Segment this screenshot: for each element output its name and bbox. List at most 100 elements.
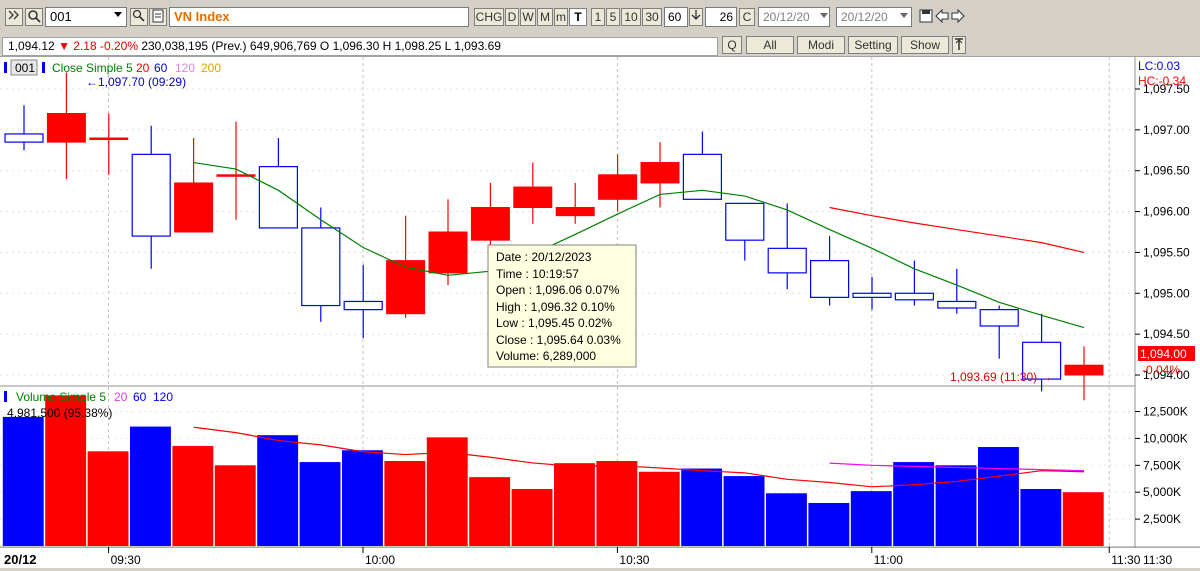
candle-body-down bbox=[894, 292, 935, 301]
volume-bar bbox=[850, 491, 892, 546]
volume-bar bbox=[342, 450, 383, 546]
show-button[interactable]: Show bbox=[901, 36, 949, 54]
save-icon[interactable] bbox=[919, 9, 933, 26]
volume-bar bbox=[87, 451, 129, 546]
count-input[interactable]: 26 bbox=[705, 7, 737, 27]
volume-bar bbox=[893, 462, 935, 546]
volume-tick-label: 2,500K bbox=[1143, 512, 1181, 526]
period-d-button[interactable]: D bbox=[505, 8, 519, 26]
candle-body-up bbox=[89, 137, 129, 141]
pin-icon[interactable] bbox=[952, 36, 966, 54]
period-min-button[interactable]: m bbox=[554, 8, 568, 26]
c-button[interactable]: C bbox=[739, 8, 755, 26]
vol-legend-ma20: 20 bbox=[114, 390, 128, 404]
volume-bar bbox=[384, 461, 426, 546]
last-change-label: -0.04% bbox=[1142, 363, 1180, 377]
candle-body-up bbox=[555, 206, 595, 217]
legend-ma5: Close Simple 5 bbox=[52, 61, 133, 75]
period-30-button[interactable]: 30 bbox=[642, 8, 662, 26]
toolbar-main: 001 VN Index CHG D W M m T 1 5 10 30 60 … bbox=[0, 0, 1200, 34]
price-tick-label: 1,097.00 bbox=[1143, 123, 1190, 137]
tooltip-date: Date : 20/12/2023 bbox=[496, 250, 592, 264]
time-axis-right-label: 11:30 bbox=[1143, 553, 1172, 567]
price-tick-label: 1,094.50 bbox=[1143, 327, 1190, 341]
tooltip-volume: Volume: 6,289,000 bbox=[496, 349, 596, 363]
volume-bar bbox=[596, 461, 638, 546]
q-button[interactable]: Q bbox=[722, 36, 742, 54]
legend-ma60: 60 bbox=[154, 61, 168, 75]
vol-legend-ma120: 120 bbox=[153, 390, 173, 404]
volume-bar bbox=[808, 502, 850, 546]
time-tick-label: 10:00 bbox=[365, 553, 395, 567]
tooltip-close: Close : 1,095.64 0.03% bbox=[496, 333, 621, 347]
period-w-button[interactable]: W bbox=[520, 8, 536, 26]
price-tick-label: 1,096.00 bbox=[1143, 205, 1190, 219]
candle-body-down bbox=[767, 247, 807, 274]
volume-bar bbox=[978, 447, 1019, 546]
chart-area[interactable]: 1,097.50 1,097.00 1,096.50 1,096.00 1,095.50… bbox=[0, 57, 1200, 568]
period-m-button[interactable]: M bbox=[537, 8, 553, 26]
candle-body-down bbox=[131, 153, 171, 237]
arrow-left-icon[interactable] bbox=[935, 8, 949, 26]
candle-body-up bbox=[598, 174, 638, 200]
candle-body-down bbox=[258, 166, 298, 229]
legend-code: 001 bbox=[15, 61, 35, 75]
volume-bar bbox=[511, 488, 553, 546]
modi-button[interactable]: Modi bbox=[797, 36, 845, 54]
candle-body-up bbox=[640, 162, 680, 184]
volume-bar bbox=[299, 462, 341, 546]
chevron-down-icon[interactable] bbox=[114, 12, 122, 17]
symbol-code-input[interactable]: 001 bbox=[45, 7, 127, 27]
high-marker: ←1,097.70 (09:29) bbox=[86, 75, 186, 89]
quote-change: ▼ 2.18 -0.20% bbox=[58, 39, 138, 53]
find-icon[interactable] bbox=[130, 8, 148, 26]
symbol-name-field: VN Index bbox=[169, 7, 469, 27]
document-icon[interactable] bbox=[149, 8, 167, 26]
price-tick-label: 1,095.00 bbox=[1143, 286, 1190, 300]
period-chg-button[interactable]: CHG bbox=[474, 8, 504, 26]
date-from-dropdown-icon[interactable] bbox=[820, 13, 828, 18]
legend-ma20: 20 bbox=[136, 61, 150, 75]
hc-label: HC:-0.34 bbox=[1138, 74, 1186, 88]
volume-tick-label: 12,500K bbox=[1143, 405, 1188, 419]
period-1-button[interactable]: 1 bbox=[591, 8, 605, 26]
arrow-right-icon[interactable] bbox=[951, 8, 965, 26]
volume-bar bbox=[130, 426, 171, 546]
date-to-dropdown-icon[interactable] bbox=[900, 13, 908, 18]
candle-body-up bbox=[470, 206, 510, 241]
toolbar-quote: 1,094.12 ▼ 2.18 -0.20% 230,038,195 (Prev… bbox=[0, 34, 1200, 57]
volume-bar bbox=[935, 465, 977, 546]
setting-button[interactable]: Setting bbox=[848, 36, 898, 54]
expand-icon[interactable] bbox=[5, 8, 23, 26]
period-tick-button[interactable]: T bbox=[569, 8, 587, 26]
low-marker: 1,093.69 (11:30) → bbox=[950, 370, 1053, 384]
volume-bar bbox=[1020, 488, 1062, 546]
time-axis-background bbox=[0, 548, 1200, 568]
period-10-button[interactable]: 10 bbox=[621, 8, 641, 26]
candle-body-up bbox=[428, 231, 468, 274]
interval-input[interactable]: 60 bbox=[664, 7, 688, 27]
volume-bar bbox=[554, 463, 595, 546]
quote-last: 1,094.12 bbox=[8, 39, 55, 53]
volume-bar bbox=[681, 468, 723, 546]
time-tick-label: 09:30 bbox=[111, 553, 141, 567]
period-5-button[interactable]: 5 bbox=[606, 8, 620, 26]
volume-bar bbox=[638, 471, 680, 546]
volume-bar bbox=[172, 445, 214, 546]
price-volume-chart[interactable]: 1,097.501,097.001,096.501,096.001,095.50… bbox=[0, 57, 1200, 568]
volume-tick-label: 7,500K bbox=[1143, 458, 1181, 472]
tooltip-open: Open : 1,096.06 0.07% bbox=[496, 283, 620, 297]
candle-body-down bbox=[809, 260, 850, 298]
price-tick-label: 1,095.50 bbox=[1143, 245, 1190, 259]
arrow-down-icon[interactable] bbox=[689, 8, 703, 26]
vol-legend-value: 4,981,500 (95.38%) bbox=[7, 406, 112, 420]
volume-tick-label: 10,000K bbox=[1143, 431, 1188, 445]
candle-body-up bbox=[386, 260, 426, 315]
all-button[interactable]: All bbox=[746, 36, 794, 54]
search-icon[interactable] bbox=[25, 8, 43, 26]
quote-detail: 230,038,195 (Prev.) 649,906,769 O 1,096.… bbox=[141, 39, 501, 53]
volume-bar bbox=[257, 435, 299, 546]
time-tick-label: 11:00 bbox=[874, 553, 903, 567]
volume-bar bbox=[723, 476, 765, 546]
last-price-label: 1,094.00 bbox=[1140, 347, 1187, 361]
